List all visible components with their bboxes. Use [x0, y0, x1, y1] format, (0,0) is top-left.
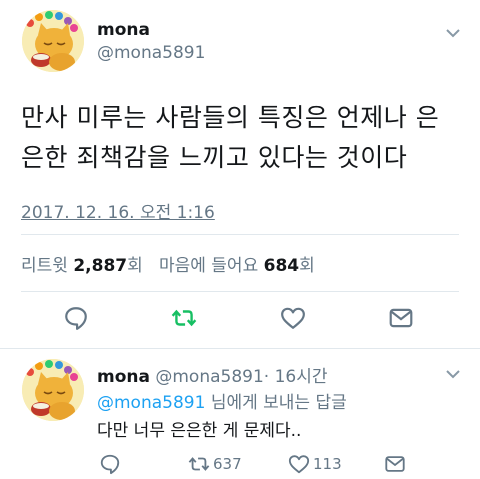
- retweet-icon: [171, 309, 197, 327]
- likes-count[interactable]: 684: [264, 256, 300, 276]
- author-handle[interactable]: @mona5891: [97, 43, 205, 63]
- tweet-stats: 리트윗 2,887회 마음에 들어요 684회: [21, 251, 315, 276]
- reply-button[interactable]: [99, 452, 124, 476]
- retweet-button[interactable]: 637: [188, 452, 242, 476]
- divider: [21, 234, 459, 235]
- avatar-cat-icon: [22, 10, 84, 72]
- replying-to: @mona5891 님에게 보내는 답글: [97, 388, 347, 413]
- reply-author-name[interactable]: mona: [97, 367, 150, 387]
- tweet-text-line: 은한 죄책감을 느끼고 있다는 것이다: [21, 143, 408, 172]
- divider: [21, 291, 459, 292]
- reply-icon: [100, 454, 120, 475]
- reply-button[interactable]: [62, 304, 90, 332]
- retweet-icon: [188, 457, 210, 471]
- like-button[interactable]: 113: [288, 452, 342, 476]
- reply-text: 다만 너무 은은한 게 문제다..: [97, 421, 302, 441]
- chevron-down-icon[interactable]: [445, 368, 461, 380]
- reply-to-suffix: 님에게 보내는 답글: [210, 393, 347, 413]
- likes-unit: 회: [299, 256, 315, 276]
- tweet-timestamp[interactable]: 2017. 12. 16. 오전 1:16: [21, 198, 215, 223]
- reply-header: mona @mona5891· 16시간: [97, 362, 328, 387]
- avatar-cat-icon: [22, 359, 84, 421]
- retweets-unit: 회: [127, 256, 143, 276]
- tweet-text: 만사 미루는 사람들의 특징은 언제나 은 은한 죄책감을 느끼고 있다는 것이…: [21, 98, 461, 178]
- avatar[interactable]: [22, 10, 84, 72]
- tweet-text-line: 만사 미루는 사람들의 특징은 언제나 은: [21, 103, 440, 132]
- retweet-button[interactable]: [170, 304, 198, 332]
- divider: [0, 348, 480, 349]
- reply-like-count: 113: [313, 455, 342, 473]
- reply-icon: [65, 307, 87, 330]
- reply-retweet-count: 637: [213, 455, 242, 473]
- share-button[interactable]: [387, 304, 415, 332]
- reply-avatar[interactable]: [22, 359, 84, 421]
- author-name[interactable]: mona: [97, 20, 150, 40]
- retweets-count[interactable]: 2,887: [73, 256, 127, 276]
- like-button[interactable]: [279, 304, 307, 332]
- share-button[interactable]: [384, 452, 409, 476]
- heart-icon: [281, 307, 305, 329]
- reply-author-handle[interactable]: @mona5891: [155, 367, 263, 387]
- reply-time: · 16시간: [263, 367, 328, 387]
- likes-label[interactable]: 마음에 들어요: [159, 256, 258, 276]
- reply-mention-link[interactable]: @mona5891: [97, 393, 205, 413]
- share-icon: [385, 456, 405, 472]
- heart-icon: [288, 455, 310, 474]
- main-tweet: mona @mona5891 만사 미루는 사람들의 특징은 언제나 은 은한 …: [0, 0, 480, 348]
- share-icon: [389, 308, 413, 328]
- retweets-label[interactable]: 리트윗: [21, 256, 68, 276]
- chevron-down-icon[interactable]: [445, 27, 461, 39]
